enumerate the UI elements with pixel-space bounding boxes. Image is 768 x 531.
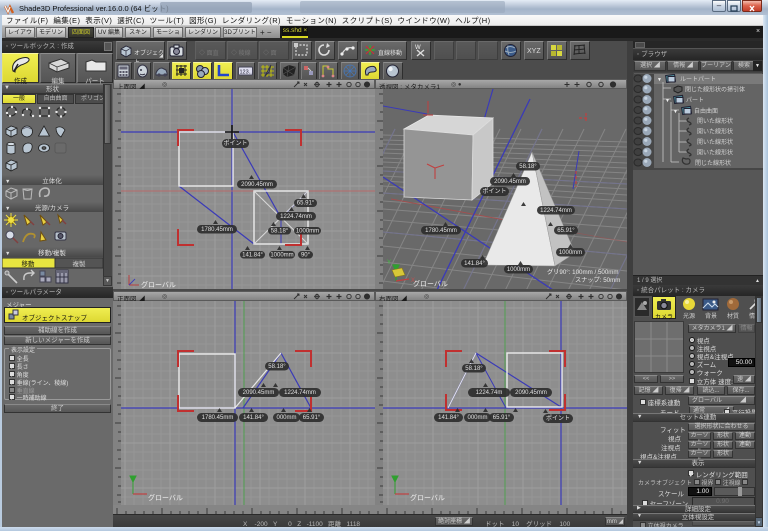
svg-text:1780.45mm: 1780.45mm xyxy=(202,415,234,421)
svg-text:65.91°: 65.91° xyxy=(557,228,575,234)
svg-text:1000mm: 1000mm xyxy=(296,228,319,234)
svg-text:1000mm: 1000mm xyxy=(559,250,582,256)
svg-text:2090.45mm: 2090.45mm xyxy=(494,179,526,185)
svg-text:90°: 90° xyxy=(301,252,311,258)
svg-text:ポイント: ポイント xyxy=(482,187,506,195)
svg-text:1224.74m: 1224.74m xyxy=(476,390,503,396)
svg-text:閉じた線形状の掃引体: 閉じた線形状の掃引体 xyxy=(685,86,745,94)
svg-text:自由曲面: 自由曲面 xyxy=(694,107,718,115)
svg-text:グローバル: グローバル xyxy=(413,279,448,288)
svg-text:65.91°: 65.91° xyxy=(303,415,321,421)
svg-text:141.84°: 141.84° xyxy=(242,252,263,258)
svg-text:▼: ▼ xyxy=(673,109,678,115)
svg-text:移動: 移動 xyxy=(22,259,36,268)
svg-text:▼: ▼ xyxy=(5,179,10,185)
svg-text:2090.45mm: 2090.45mm xyxy=(241,182,273,188)
svg-text:1224.74mm: 1224.74mm xyxy=(540,208,572,214)
svg-text:65.91°: 65.91° xyxy=(493,415,511,421)
svg-text:58.18°: 58.18° xyxy=(271,228,289,234)
svg-text:閉じた線形状: 閉じた線形状 xyxy=(695,159,731,167)
svg-text:パート: パート xyxy=(686,97,704,104)
svg-text:▼: ▼ xyxy=(657,77,662,83)
svg-text:1224.74mm: 1224.74mm xyxy=(280,214,312,220)
svg-text:スナップ: 50mm: スナップ: 50mm xyxy=(575,277,620,284)
svg-text:グローバル: グローバル xyxy=(410,493,445,502)
svg-text:グリ90°: 100mm / 500mm: グリ90°: 100mm / 500mm xyxy=(547,268,619,276)
svg-text:光源/カメラ: 光源/カメラ xyxy=(35,203,69,212)
svg-text:58.18°: 58.18° xyxy=(268,364,286,370)
svg-text:▼: ▼ xyxy=(5,206,10,212)
svg-text:グローバル: グローバル xyxy=(141,280,176,289)
svg-text:開いた線形状: 開いた線形状 xyxy=(697,149,733,157)
svg-text:141.84°: 141.84° xyxy=(464,261,485,267)
svg-text:立体化: 立体化 xyxy=(42,176,62,185)
svg-text:1224.74mm: 1224.74mm xyxy=(284,390,316,396)
svg-text:XYZ: XYZ xyxy=(527,48,541,55)
svg-text:000mm: 000mm xyxy=(467,415,487,421)
svg-text:2090.45mm: 2090.45mm xyxy=(243,390,275,396)
svg-text:2090.45mm: 2090.45mm xyxy=(515,390,547,396)
svg-text:58.18°: 58.18° xyxy=(519,164,537,170)
svg-text:1000mm: 1000mm xyxy=(507,267,530,273)
svg-text:グローバル: グローバル xyxy=(148,493,183,502)
svg-text:ルートパート: ルートパート xyxy=(680,76,716,83)
svg-text:開いた線形状: 開いた線形状 xyxy=(697,117,733,125)
svg-text:開いた線形状: 開いた線形状 xyxy=(697,128,733,136)
svg-text:58.18°: 58.18° xyxy=(465,366,483,372)
svg-text:移動/複製: 移動/複製 xyxy=(38,248,66,257)
svg-text:1780.45mm: 1780.45mm xyxy=(201,227,233,233)
svg-text:141.84°: 141.84° xyxy=(243,415,264,421)
svg-text:1780.45mm: 1780.45mm xyxy=(425,228,457,234)
svg-text:123..: 123.. xyxy=(240,70,253,76)
svg-text:開いた線形状: 開いた線形状 xyxy=(697,138,733,146)
svg-text:ポイント: ポイント xyxy=(546,414,570,422)
svg-text:複製: 複製 xyxy=(73,259,87,268)
svg-text:Y: Y xyxy=(387,260,391,266)
svg-text:▼: ▼ xyxy=(665,98,670,104)
svg-text:ポイント: ポイント xyxy=(223,139,247,147)
svg-text:141.84°: 141.84° xyxy=(438,415,459,421)
svg-text:▼: ▼ xyxy=(5,251,10,257)
svg-text:000mm: 000mm xyxy=(276,415,296,421)
svg-text:65.91°: 65.91° xyxy=(297,201,315,207)
svg-text:1000mm: 1000mm xyxy=(270,252,293,258)
